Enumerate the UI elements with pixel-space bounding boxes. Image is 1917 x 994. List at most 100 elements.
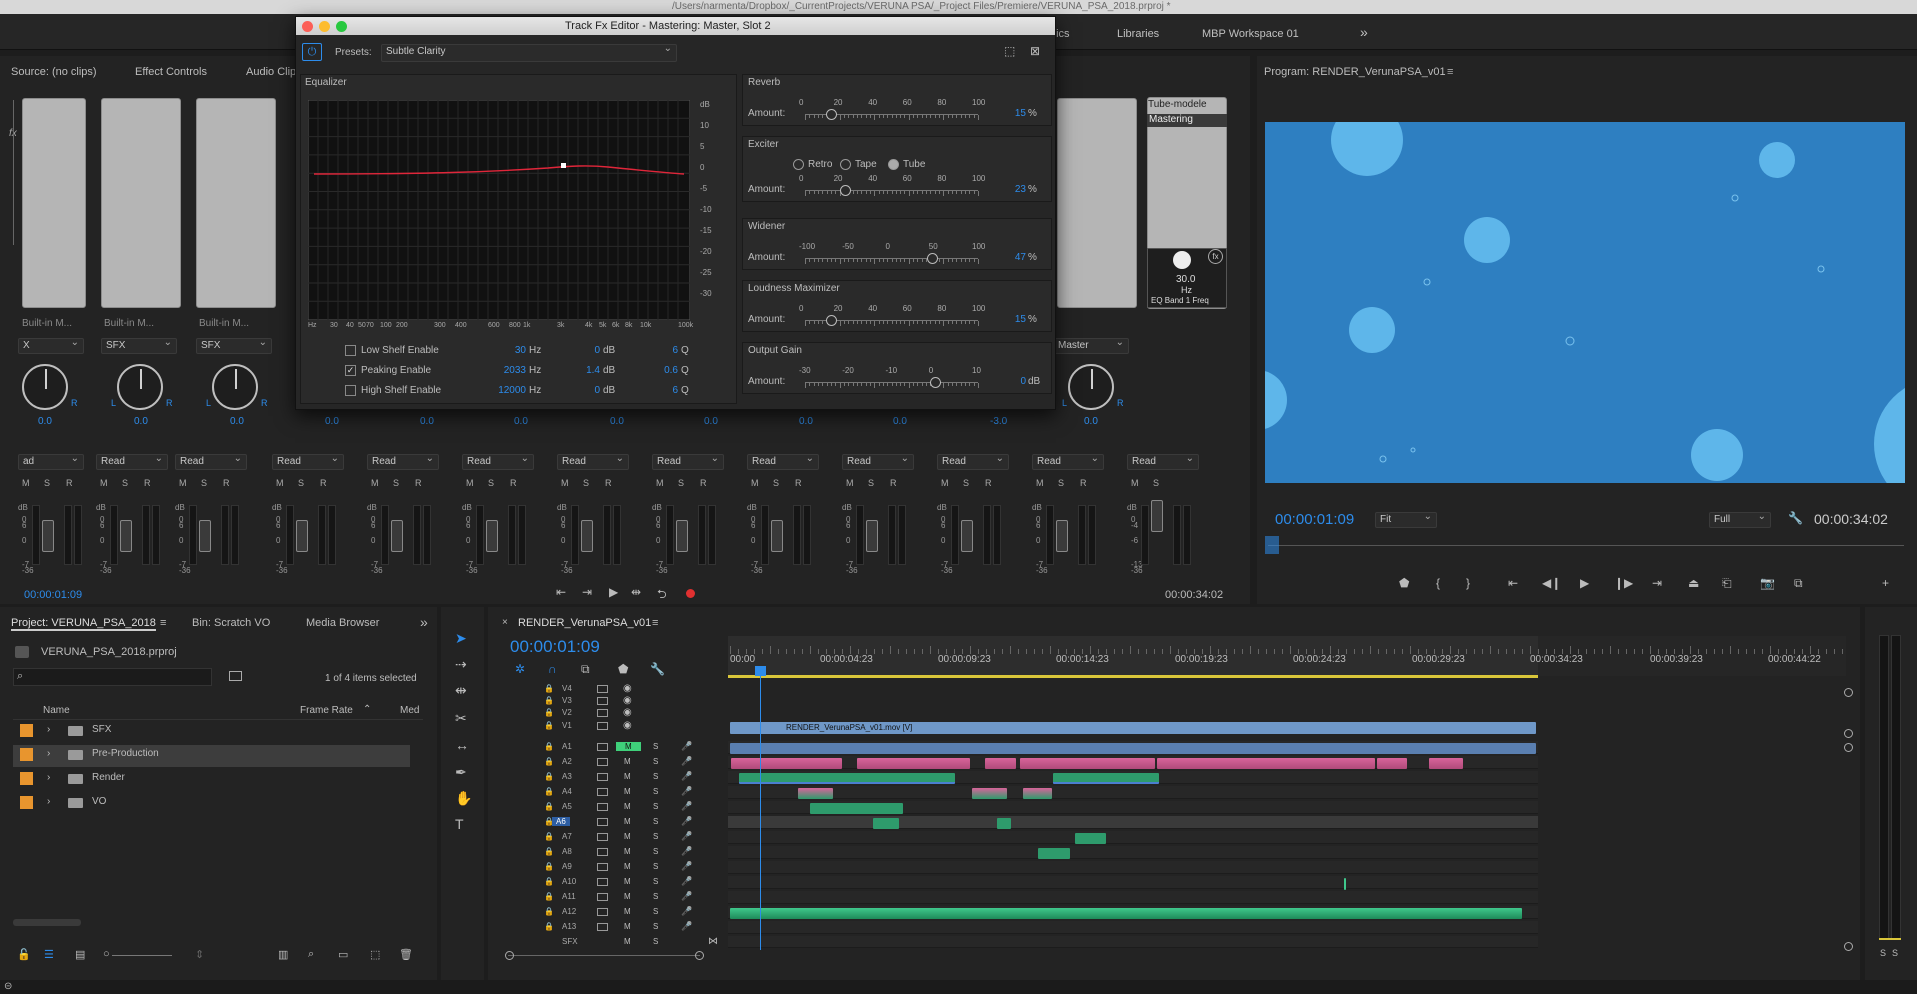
trash-icon[interactable]: 🗑 (399, 948, 413, 961)
new-item-icon[interactable]: ⬚ (370, 948, 380, 961)
eye-icon[interactable]: ◉ (623, 683, 632, 694)
audio-clip[interactable] (1344, 878, 1346, 890)
voiceover-record-icon[interactable]: 🎤 (681, 786, 692, 797)
audio-clip[interactable] (798, 788, 833, 799)
window-zoom-button[interactable] (336, 21, 347, 32)
audio-track-lane[interactable] (728, 861, 1538, 874)
eq-band-q[interactable]: 0.6 (656, 365, 678, 376)
pan-knob-1[interactable] (22, 364, 68, 410)
pan-value[interactable]: -3.0 (990, 416, 1007, 427)
sort-icons-icon[interactable]: ⇕ (195, 948, 204, 961)
window-close-button[interactable] (302, 21, 313, 32)
record-icon[interactable] (686, 589, 695, 598)
audio-clip[interactable] (1075, 833, 1106, 844)
solo-button[interactable]: S (678, 478, 684, 488)
track-name[interactable]: A2 (562, 757, 572, 766)
program-playhead[interactable] (1265, 536, 1279, 554)
track-solo-button[interactable]: S (653, 892, 658, 901)
eq-band-gain[interactable]: 0 (570, 345, 600, 356)
track-lock-icon[interactable]: 🔒 (544, 892, 554, 901)
marker-icon[interactable]: ⬟ (1399, 576, 1409, 590)
mute-button[interactable]: M (561, 478, 569, 488)
track-solo-button[interactable]: S (653, 847, 658, 856)
track-solo-button[interactable]: S (653, 877, 658, 886)
volume-fader[interactable] (1151, 500, 1163, 532)
volume-fader[interactable] (120, 520, 132, 552)
expand-chevron-icon[interactable]: › (47, 796, 50, 807)
track-solo-button[interactable]: S (653, 742, 658, 751)
timeline-close-icon[interactable]: × (502, 617, 508, 628)
col-name[interactable]: Name (43, 705, 70, 716)
reverb-value[interactable]: 15 (996, 108, 1026, 119)
mark-in-icon[interactable]: { (1436, 576, 1440, 590)
mute-button[interactable]: M (846, 478, 854, 488)
exciter-mode-radio[interactable] (888, 159, 899, 170)
solo-button[interactable]: S (298, 478, 304, 488)
project-more-icon[interactable]: » (420, 614, 428, 630)
widener-value[interactable]: 47 (996, 252, 1026, 263)
record-enable-button[interactable]: R (890, 478, 897, 488)
track-select-tool-icon[interactable]: ⇢ (455, 656, 467, 673)
automation-mode-select[interactable]: Read (462, 453, 534, 470)
ripple-edit-tool-icon[interactable]: ⇹ (455, 682, 467, 699)
tab-bin-scratch-vo[interactable]: Bin: Scratch VO (192, 617, 270, 629)
audio-clip[interactable] (857, 758, 970, 769)
record-enable-button[interactable]: R (1080, 478, 1087, 488)
track-mute-button[interactable]: M (624, 787, 631, 796)
workspace-mbp[interactable]: MBP Workspace 01 (1202, 28, 1299, 40)
scroll-handle-left[interactable] (505, 951, 514, 960)
automation-mode-select[interactable]: Read (937, 453, 1009, 470)
record-enable-button[interactable]: R (510, 478, 517, 488)
mute-button[interactable]: M (466, 478, 474, 488)
track-mute-button[interactable]: M (624, 832, 631, 841)
output-gain-slider-thumb[interactable] (929, 377, 941, 388)
audio-clip[interactable] (1377, 758, 1407, 769)
audio-track-lane[interactable] (728, 891, 1538, 904)
mute-button[interactable]: M (941, 478, 949, 488)
linked-selection-icon[interactable]: ⧉ (581, 662, 590, 677)
step-back-icon[interactable]: ◀❙ (1542, 576, 1561, 590)
expand-chevron-icon[interactable]: › (47, 772, 50, 783)
volume-fader[interactable] (1056, 520, 1068, 552)
mute-button[interactable]: M (22, 478, 30, 488)
track-select-2[interactable]: SFX (101, 337, 177, 354)
eq-band-checkbox[interactable] (345, 345, 356, 356)
sync-lock-icon[interactable] (597, 788, 608, 796)
meter-solo-right[interactable]: S (1892, 948, 1898, 958)
volume-fader[interactable] (676, 520, 688, 552)
lift-icon[interactable]: ⏏ (1688, 576, 1699, 590)
track-name[interactable]: SFX (562, 937, 578, 946)
eq-band-checkbox[interactable] (345, 385, 356, 396)
effect-slot-1[interactable] (22, 98, 86, 308)
quality-select[interactable]: Full (1709, 511, 1771, 528)
record-enable-button[interactable]: R (415, 478, 422, 488)
label-color-swatch[interactable] (20, 724, 33, 737)
track-mute-button[interactable]: M (616, 742, 641, 751)
record-enable-button[interactable]: R (223, 478, 230, 488)
mute-button[interactable]: M (371, 478, 379, 488)
icon-view-icon[interactable]: ▤ (75, 948, 85, 961)
automation-mode-select[interactable]: Read (1127, 453, 1199, 470)
volume-fader[interactable] (961, 520, 973, 552)
track-name[interactable]: A11 (562, 892, 576, 901)
voiceover-record-icon[interactable]: 🎤 (681, 846, 692, 857)
program-menu-icon[interactable]: ≡ (1447, 66, 1453, 78)
work-area-bar[interactable] (728, 675, 1538, 678)
selection-tool-icon[interactable]: ➤ (455, 630, 467, 647)
track-mute-button[interactable]: M (624, 817, 631, 826)
audio-track-lane[interactable] (728, 786, 1538, 799)
record-enable-button[interactable]: R (144, 478, 151, 488)
sync-lock-icon[interactable] (597, 893, 608, 901)
track-lock-icon[interactable]: 🔒 (544, 772, 554, 781)
record-enable-button[interactable]: R (795, 478, 802, 488)
play-in-to-out-icon[interactable]: ⇹ (631, 585, 641, 599)
vertical-scroll-handle[interactable] (1844, 743, 1853, 752)
master-slot-selected[interactable]: Mastering (1147, 114, 1227, 127)
track-lock-icon[interactable]: 🔒 (544, 787, 554, 796)
automation-mode-select[interactable]: Read (652, 453, 724, 470)
audio-clip[interactable] (1038, 848, 1070, 859)
track-name[interactable]: A10 (562, 877, 576, 886)
solo-button[interactable]: S (393, 478, 399, 488)
volume-fader[interactable] (296, 520, 308, 552)
razor-tool-icon[interactable]: ✂ (455, 710, 467, 727)
